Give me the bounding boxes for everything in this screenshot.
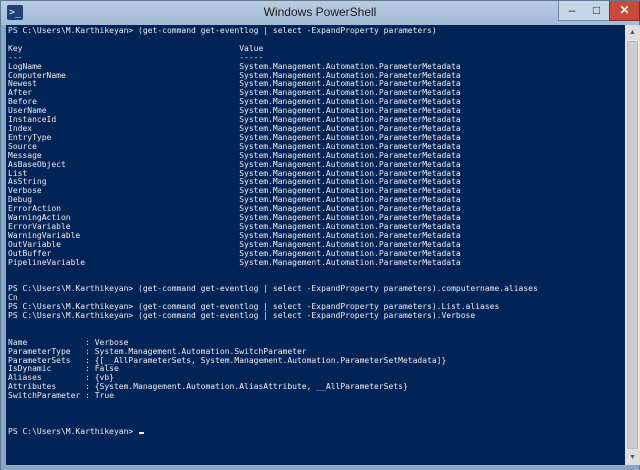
- console-line: PS C:\Users\M.Karthikeyan> (get-command …: [8, 311, 476, 320]
- console-line: EntryType System.Management.Automation.P…: [8, 132, 461, 142]
- window-bottom-border: [1, 465, 639, 470]
- console-line: ComputerName System.Management.Automatio…: [8, 70, 461, 80]
- console-line: InstanceId System.Management.Automation.…: [8, 115, 461, 125]
- console-line: ErrorVariable System.Management.Automati…: [8, 221, 461, 231]
- scroll-down-arrow-icon[interactable]: ▼: [625, 450, 640, 465]
- vertical-scrollbar[interactable]: ▲ ▼: [625, 25, 640, 465]
- scroll-up-arrow-icon[interactable]: ▲: [625, 25, 640, 40]
- console-line: WarningAction System.Management.Automati…: [8, 213, 461, 223]
- console-line: Aliases : {vb}: [8, 373, 114, 383]
- powershell-window: >_ Windows PowerShell – □ ✕ PS C:\Users\…: [0, 0, 640, 470]
- console-line: PS C:\Users\M.Karthikeyan> (get-command …: [8, 26, 437, 35]
- console-line: WarningVariable System.Management.Automa…: [8, 230, 461, 240]
- minimize-button[interactable]: –: [558, 1, 586, 21]
- console-output[interactable]: PS C:\Users\M.Karthikeyan> (get-command …: [6, 25, 625, 437]
- title-bar[interactable]: >_ Windows PowerShell – □ ✕: [1, 1, 640, 25]
- console-line: ParameterSets : {[__AllParameterSets, Sy…: [8, 355, 447, 365]
- console-line: Cn: [8, 293, 18, 303]
- console-line: OutVariable System.Management.Automation…: [8, 239, 461, 249]
- console-line: After System.Management.Automation.Param…: [8, 88, 461, 98]
- scrollbar-thumb[interactable]: [627, 41, 638, 449]
- console-line: PS C:\Users\M.Karthikeyan>: [8, 426, 139, 436]
- console-line: Attributes : {System.Management.Automati…: [8, 382, 408, 392]
- console-line: Message System.Management.Automation.Par…: [8, 150, 461, 160]
- close-button[interactable]: ✕: [609, 1, 640, 21]
- console-line: Source System.Management.Automation.Para…: [8, 141, 461, 151]
- console-line: ParameterType : System.Management.Automa…: [8, 346, 307, 356]
- console-line: --- -----: [8, 52, 264, 62]
- console-line: Name : Verbose: [8, 337, 129, 347]
- console-line: Key Value: [8, 43, 264, 53]
- console-line: LogName System.Management.Automation.Par…: [8, 61, 461, 71]
- console-line: PipelineVariable System.Management.Autom…: [8, 257, 461, 267]
- maximize-button[interactable]: □: [584, 1, 610, 21]
- text-cursor: [139, 431, 145, 434]
- console-line: OutBuffer System.Management.Automation.P…: [8, 248, 461, 258]
- console-line: Verbose System.Management.Automation.Par…: [8, 186, 461, 196]
- console-line: AsBaseObject System.Management.Automatio…: [8, 159, 461, 169]
- console-line: SwitchParameter : True: [8, 391, 114, 401]
- console-line: UserName System.Management.Automation.Pa…: [8, 106, 461, 116]
- console-line: Before System.Management.Automation.Para…: [8, 97, 461, 107]
- console-line: ErrorAction System.Management.Automation…: [8, 204, 461, 214]
- window-title: Windows PowerShell: [263, 5, 377, 19]
- console-line: List System.Management.Automation.Parame…: [8, 168, 461, 178]
- console-line: Newest System.Management.Automation.Para…: [8, 79, 461, 89]
- console-line: PS C:\Users\M.Karthikeyan> (get-command …: [8, 302, 500, 312]
- console-area[interactable]: PS C:\Users\M.Karthikeyan> (get-command …: [6, 25, 625, 465]
- console-line: IsDynamic : False: [8, 364, 119, 374]
- console-line: PS C:\Users\M.Karthikeyan> (get-command …: [8, 284, 538, 294]
- console-line: AsString System.Management.Automation.Pa…: [8, 177, 461, 187]
- console-line: Debug System.Management.Automation.Param…: [8, 195, 461, 205]
- console-line: Index System.Management.Automation.Param…: [8, 123, 461, 133]
